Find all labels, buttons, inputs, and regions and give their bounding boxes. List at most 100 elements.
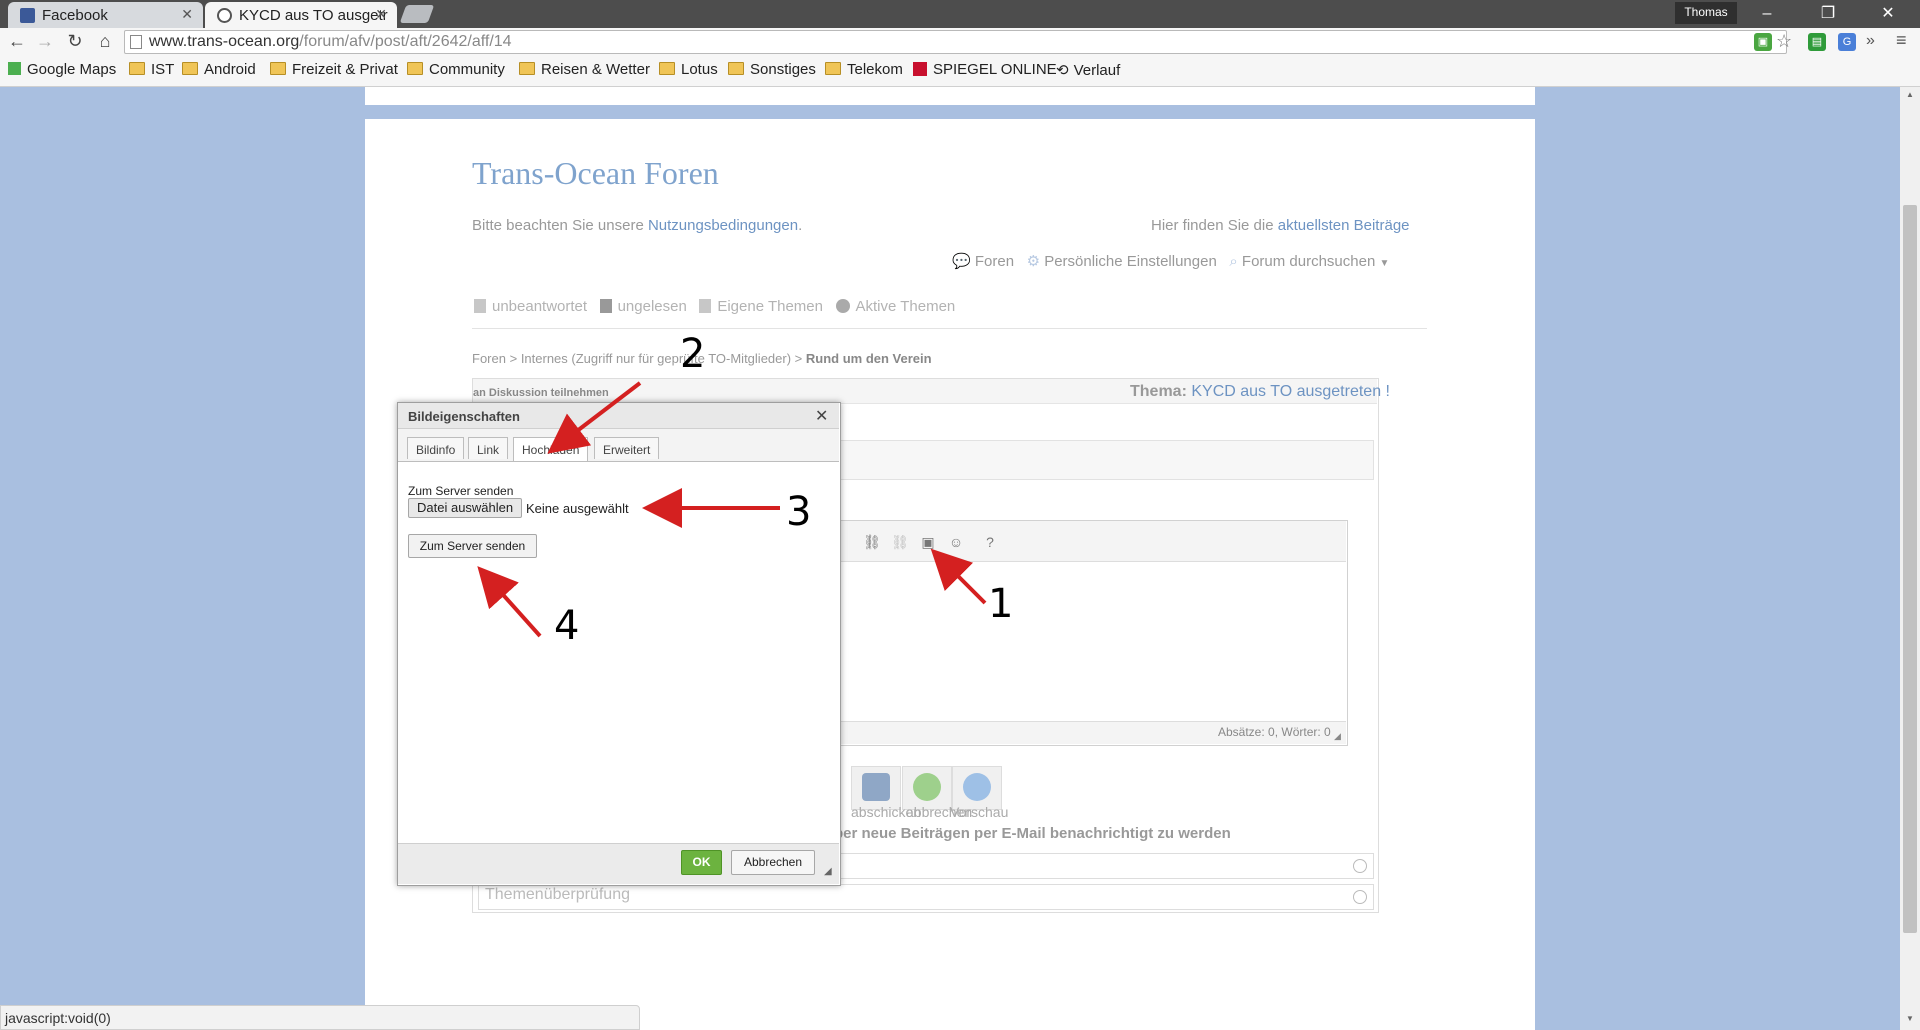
choose-file-button[interactable]: Datei auswählen <box>408 498 523 518</box>
email-notify-label: ber neue Beiträgen per E-Mail benachrich… <box>834 825 1231 842</box>
quicklink-label: Aktive Themen <box>855 298 956 315</box>
tab-label: Facebook <box>42 7 108 24</box>
breadcrumb-internes[interactable]: Internes (Zugriff nur für geprüfte TO-Mi… <box>521 351 791 366</box>
topic-review-label: Themenüberprüfung <box>485 886 630 903</box>
quicklink-unanswered[interactable]: unbeantwortet <box>474 298 587 315</box>
folder-icon <box>659 62 675 75</box>
search-icon: ⌕ <box>1229 253 1238 270</box>
quicklink-own-topics[interactable]: Eigene Themen <box>699 298 823 315</box>
folder-icon <box>270 62 286 75</box>
bookmark-lotus[interactable]: Lotus <box>659 61 718 78</box>
terms-link[interactable]: Nutzungsbedingungen <box>648 217 798 234</box>
cancel-button[interactable]: Abbrechen <box>731 850 815 875</box>
smiley-icon[interactable]: ☺ <box>946 532 966 552</box>
bookmark-spiegel[interactable]: SPIEGEL ONLINE <box>913 61 1057 78</box>
star-icon[interactable]: ☆ <box>1776 31 1792 52</box>
bookmark-reisen[interactable]: Reisen & Wetter <box>519 61 650 78</box>
url-host: www.trans-ocean.org <box>149 33 300 50</box>
breadcrumb-separator: > <box>509 351 518 366</box>
bookmark-label: Lotus <box>681 61 718 78</box>
menu-foren[interactable]: 💬 Foren <box>952 253 1014 270</box>
bookmark-label: Reisen & Wetter <box>541 61 650 78</box>
restore-icon[interactable]: ❐ <box>1808 2 1848 26</box>
window-close-icon[interactable]: ✕ <box>1868 2 1908 26</box>
tab-erweitert[interactable]: Erweitert <box>594 437 660 459</box>
folder-icon <box>825 62 841 75</box>
tab-facebook[interactable]: Facebook ✕ <box>8 2 203 28</box>
bookmark-community[interactable]: Community <box>407 61 505 78</box>
bookmark-sonstiges[interactable]: Sonstiges <box>728 61 816 78</box>
preview-label: Vorschau <box>950 804 1009 820</box>
unlink-icon[interactable]: ⛓ <box>890 532 910 552</box>
ok-button[interactable]: OK <box>681 850 722 875</box>
breadcrumb-forums[interactable]: Foren <box>472 351 506 366</box>
scrollbar-thumb[interactable] <box>1903 205 1917 933</box>
latest-posts-link[interactable]: aktuellsten Beiträge <box>1278 217 1410 234</box>
bookmark-freizeit[interactable]: Freizeit & Privat <box>270 61 398 78</box>
word-count: Absätze: 0, Wörter: 0 <box>1218 725 1331 739</box>
gear-icon: ⚙ <box>1026 253 1041 270</box>
quicklinks: unbeantwortet ungelesen Eigene Themen Ak… <box>474 298 955 315</box>
chevron-down-icon: ▼ <box>1379 258 1390 269</box>
thema-link[interactable]: KYCD aus TO ausgetreten ! <box>1191 383 1390 400</box>
scroll-up-icon[interactable]: ▲ <box>1906 90 1914 99</box>
forum-menu: 💬 Foren ⚙ Persönliche Einstellungen ⌕ Fo… <box>952 252 1389 270</box>
site-title[interactable]: Trans-Ocean Foren <box>472 155 719 192</box>
menu-settings[interactable]: ⚙ Persönliche Einstellungen <box>1027 253 1217 270</box>
bookmark-telekom[interactable]: Telekom <box>825 61 903 78</box>
page-icon <box>130 35 142 49</box>
minimize-icon[interactable]: – <box>1747 2 1787 26</box>
quicklink-label: ungelesen <box>617 298 687 315</box>
extension-green-icon[interactable]: ▣ <box>1754 33 1772 51</box>
folder-icon <box>182 62 198 75</box>
upload-label: Zum Server senden <box>408 484 514 498</box>
bookmark-google-maps[interactable]: Google Maps <box>8 61 116 78</box>
bookmark-label: Telekom <box>847 61 903 78</box>
address-bar[interactable]: www.trans-ocean.org/forum/afv/post/aft/2… <box>124 30 1787 54</box>
topics-icon <box>699 299 712 313</box>
translate-icon[interactable]: G <box>1838 33 1856 51</box>
image-icon[interactable]: ▣ <box>918 532 938 552</box>
bookmark-android[interactable]: Android <box>182 61 256 78</box>
menu-search[interactable]: ⌕ Forum durchsuchen ▼ <box>1229 253 1389 270</box>
tab-bildinfo[interactable]: Bildinfo <box>407 437 465 459</box>
tab-hochladen[interactable]: Hochladen <box>513 437 589 461</box>
bookmark-label: IST <box>151 61 175 78</box>
dialog-resize-icon[interactable]: ◢ <box>824 866 832 877</box>
history-icon: ⟲ <box>1056 62 1069 79</box>
scroll-down-icon[interactable]: ▼ <box>1906 1014 1914 1023</box>
dialog-close-icon[interactable]: ✕ <box>815 406 828 426</box>
close-icon[interactable]: ✕ <box>375 6 387 23</box>
user-profile-badge[interactable]: Thomas <box>1675 2 1737 24</box>
tab-link[interactable]: Link <box>468 437 509 459</box>
bookmark-label: Sonstiges <box>750 61 816 78</box>
menu-label: Foren <box>974 253 1015 270</box>
quicklink-unread[interactable]: ungelesen <box>599 298 687 315</box>
folder-icon <box>407 62 423 75</box>
file-status: Keine ausgewählt <box>526 501 629 516</box>
reload-icon[interactable]: ↻ <box>64 31 86 52</box>
forward-icon[interactable]: → <box>34 31 56 52</box>
expand-icon <box>1353 890 1367 904</box>
speech-bubble-icon: 💬 <box>952 253 971 270</box>
help-icon[interactable]: ? <box>980 532 1000 552</box>
quicklink-active-topics[interactable]: Aktive Themen <box>835 298 956 315</box>
bookmark-verlauf[interactable]: ⟲ Verlauf <box>1056 61 1120 79</box>
bookmark-label: Android <box>204 61 256 78</box>
back-icon[interactable]: ← <box>6 31 28 52</box>
thema-heading: Thema: KYCD aus TO ausgetreten ! <box>1130 383 1390 401</box>
resize-icon[interactable]: ◢ <box>1334 731 1341 742</box>
send-to-server-button[interactable]: Zum Server senden <box>408 534 537 558</box>
spiegel-icon <box>913 62 927 76</box>
top-strip <box>365 87 1535 119</box>
bookmark-ist[interactable]: IST <box>129 61 174 78</box>
home-icon[interactable]: ⌂ <box>94 31 116 52</box>
link-icon[interactable]: ⛓ <box>862 532 882 552</box>
more-extensions-icon[interactable]: » <box>1866 32 1875 50</box>
tab-kycd[interactable]: KYCD aus TO ausgetr ✕ <box>205 2 397 28</box>
menu-icon[interactable]: ≡ <box>1896 30 1907 51</box>
extension-box-icon[interactable]: ▤ <box>1808 33 1826 51</box>
close-icon[interactable]: ✕ <box>181 6 193 23</box>
image-properties-dialog <box>397 402 841 886</box>
status-bar: javascript:void(0) <box>0 1005 640 1030</box>
